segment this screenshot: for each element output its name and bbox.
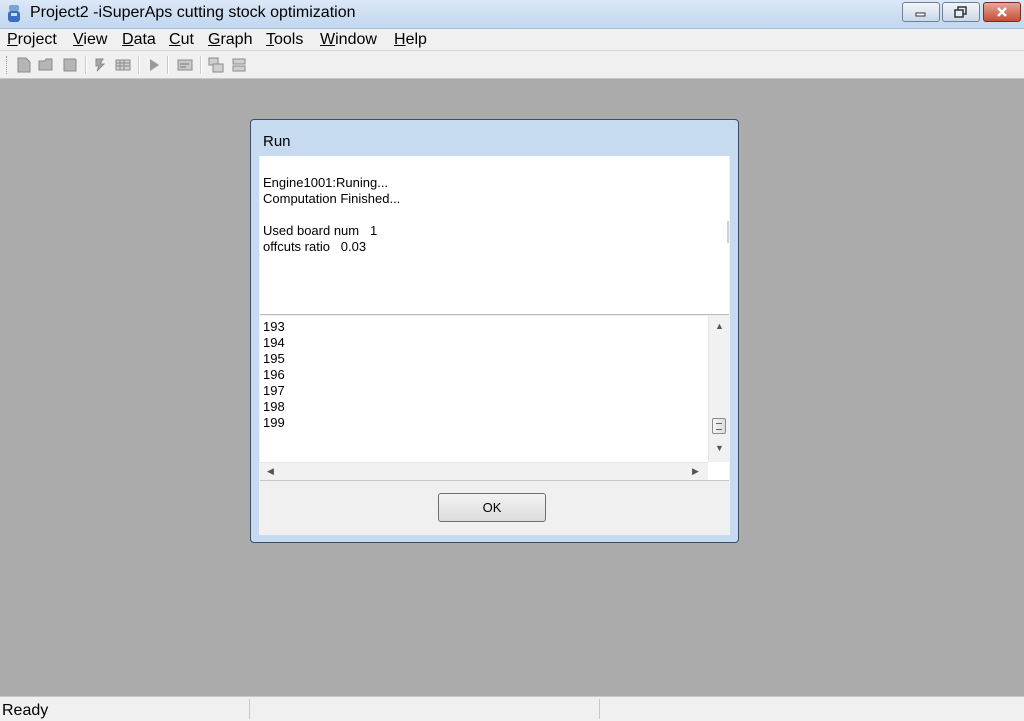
toolbar-separator <box>200 56 202 74</box>
scroll-left-icon[interactable]: ◀ <box>267 466 274 477</box>
application-window: Project2 -iSuperAps cutting stock optimi… <box>0 0 1024 721</box>
list-item: 197 <box>263 383 285 398</box>
log-line: Used board num 1 <box>263 223 378 238</box>
dialog-body: Engine1001:Runing... Computation Finishe… <box>259 156 730 535</box>
report-icon[interactable] <box>176 56 194 74</box>
run-icon[interactable] <box>145 56 163 74</box>
log-line: offcuts ratio 0.03 <box>263 239 367 254</box>
list-item: 194 <box>263 335 285 350</box>
table-icon[interactable] <box>114 56 132 74</box>
results-list[interactable]: 193 194 195 196 197 198 199 ▲ ▼ ◀ ▶ <box>260 316 730 481</box>
status-text: Ready <box>2 702 49 719</box>
log-line: Computation Finished... <box>263 191 401 206</box>
title-bar: Project2 -iSuperAps cutting stock optimi… <box>0 0 1024 29</box>
list-item: 198 <box>263 399 285 414</box>
menu-data[interactable]: Data <box>122 31 156 49</box>
log-scrollbar[interactable] <box>727 221 729 243</box>
status-pane <box>249 699 250 719</box>
ok-button[interactable]: OK <box>438 493 546 522</box>
status-pane <box>599 699 600 719</box>
tile-icon[interactable] <box>230 56 248 74</box>
toolbar <box>0 51 1024 79</box>
close-button[interactable] <box>983 2 1021 22</box>
menu-project[interactable]: Project <box>7 31 57 49</box>
minimize-button[interactable] <box>902 2 940 22</box>
menu-tools[interactable]: Tools <box>266 31 303 49</box>
scroll-down-icon[interactable]: ▼ <box>715 443 724 453</box>
vertical-scrollbar[interactable]: ▲ ▼ <box>708 316 730 462</box>
vertical-scroll-thumb[interactable] <box>712 418 726 434</box>
scroll-up-icon[interactable]: ▲ <box>715 321 724 331</box>
minimize-icon <box>915 12 926 17</box>
toolbar-separator <box>167 56 169 74</box>
menu-help[interactable]: Help <box>394 31 427 49</box>
window-title: Project2 -iSuperAps cutting stock optimi… <box>30 4 356 21</box>
menu-bar: Project View Data Cut Graph Tools Window… <box>0 29 1024 51</box>
list-item: 199 <box>263 415 285 430</box>
menu-cut[interactable]: Cut <box>169 31 194 49</box>
restore-icon <box>954 6 967 18</box>
close-icon <box>997 7 1007 17</box>
menu-graph[interactable]: Graph <box>208 31 252 49</box>
cascade-icon[interactable] <box>207 56 225 74</box>
restore-button[interactable] <box>942 2 980 22</box>
menu-view[interactable]: View <box>73 31 107 49</box>
list-item: 193 <box>263 319 285 334</box>
scroll-right-icon[interactable]: ▶ <box>692 466 699 477</box>
app-icon <box>8 5 20 22</box>
status-bar: Ready <box>0 696 1024 721</box>
menu-window[interactable]: Window <box>320 31 377 49</box>
log-line: Engine1001:Runing... <box>263 175 389 190</box>
output-log: Engine1001:Runing... Computation Finishe… <box>260 156 729 315</box>
new-icon[interactable] <box>15 56 33 74</box>
settings-icon[interactable] <box>91 56 109 74</box>
list-item: 195 <box>263 351 285 366</box>
save-icon[interactable] <box>61 56 79 74</box>
open-icon[interactable] <box>38 56 56 74</box>
list-item: 196 <box>263 367 285 382</box>
horizontal-scrollbar[interactable]: ◀ ▶ <box>260 462 708 480</box>
run-dialog: Run Engine1001:Runing... Computation Fin… <box>250 119 739 543</box>
dialog-title: Run <box>263 133 291 150</box>
toolbar-separator <box>85 56 87 74</box>
toolbar-separator <box>138 56 140 74</box>
toolbar-grip[interactable] <box>6 56 10 74</box>
